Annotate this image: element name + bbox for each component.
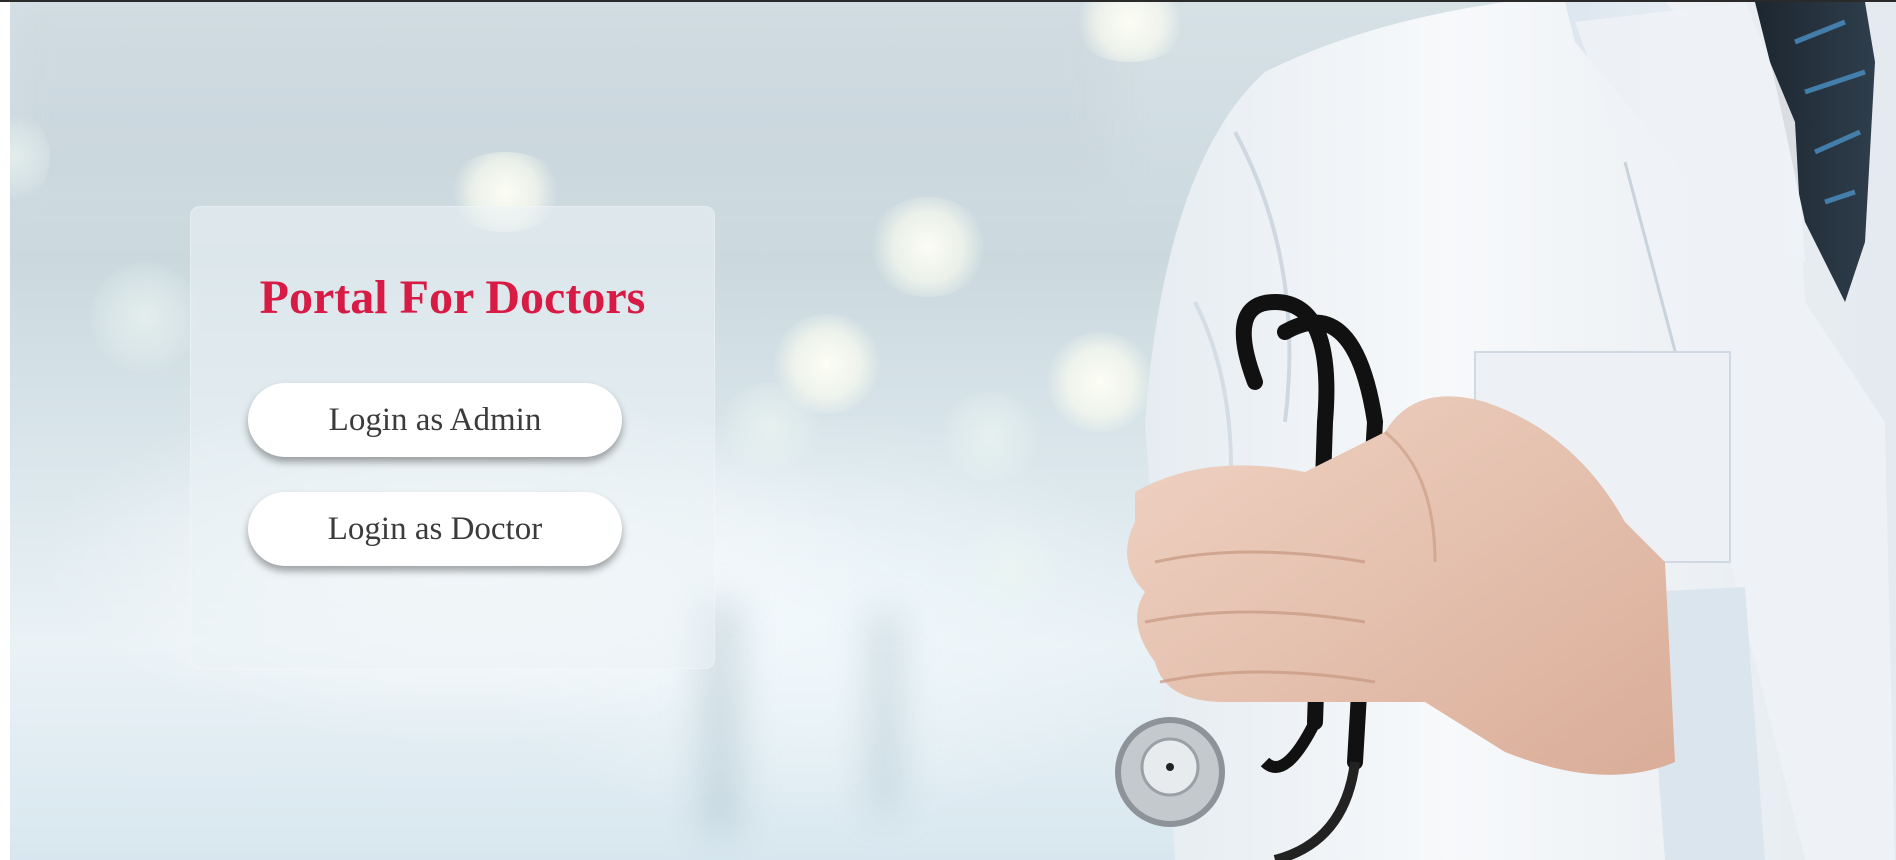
login-card: Portal For Doctors Login as Admin Login … bbox=[190, 206, 715, 669]
login-as-admin-button[interactable]: Login as Admin bbox=[248, 383, 622, 457]
login-as-doctor-button[interactable]: Login as Doctor bbox=[248, 492, 622, 566]
doctor-image bbox=[1115, 2, 1896, 860]
bokeh-light bbox=[940, 392, 1040, 482]
bokeh-light bbox=[720, 382, 820, 472]
bokeh-light bbox=[960, 522, 1060, 612]
bokeh-light bbox=[90, 262, 200, 372]
bokeh-light bbox=[868, 197, 988, 297]
portal-title: Portal For Doctors bbox=[259, 271, 646, 324]
background-blur-shape bbox=[10, 2, 1110, 182]
background-blur-shape bbox=[870, 612, 900, 812]
landing-page: Portal For Doctors Login as Admin Login … bbox=[10, 2, 1896, 860]
